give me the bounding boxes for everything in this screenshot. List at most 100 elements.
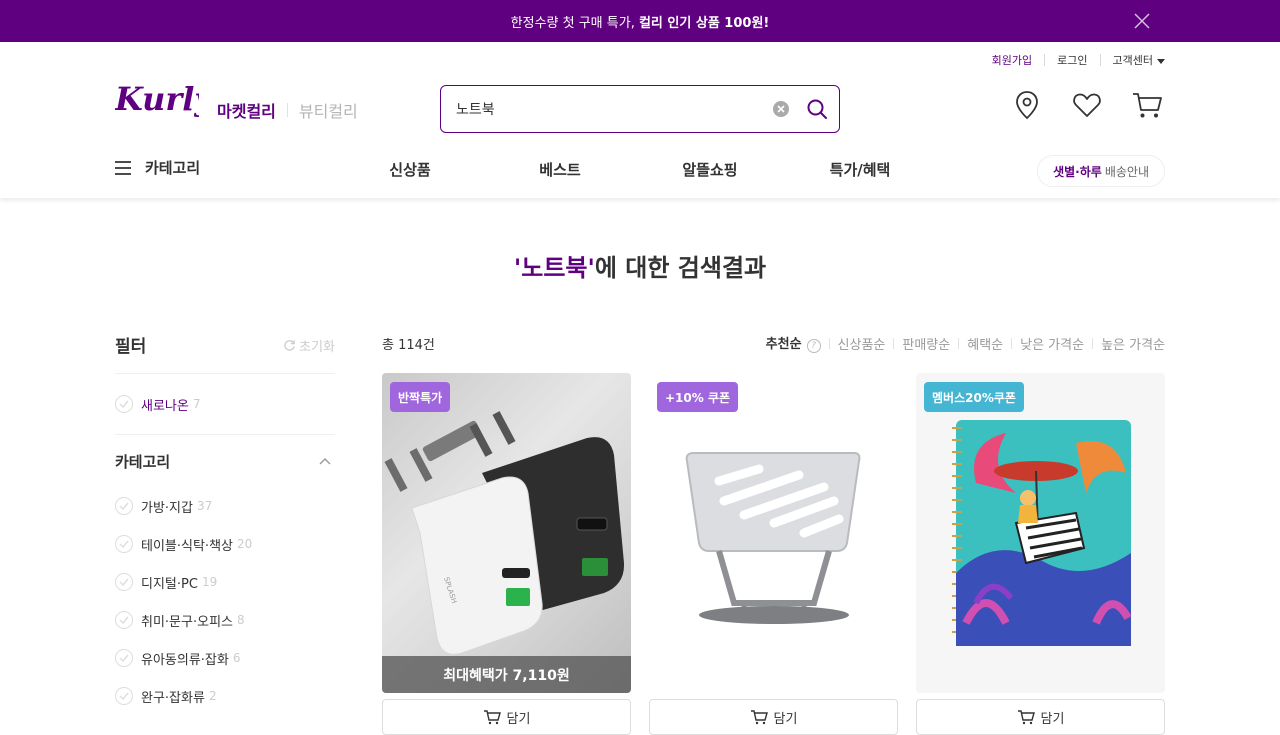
nav-best[interactable]: 베스트: [485, 159, 635, 180]
list-header: 총 114건 추천순? 신상품순 판매량순 혜택순 낮은 가격순 높은 가격순: [382, 333, 1165, 353]
top-links-bar: 회원가입 로그인 고객센터: [0, 42, 1280, 76]
result-suffix: 에 대한 검색결과: [594, 254, 767, 282]
filter-count: 7: [192, 397, 201, 411]
close-icon[interactable]: [1132, 11, 1152, 31]
svg-text:Kurly: Kurly: [115, 80, 199, 118]
product-grid: SPLASH 반짝특가 최대혜택가 7,110원 담기 +10% 쿠폰 담기 멤…: [382, 373, 1165, 735]
product-image[interactable]: +10% 쿠폰: [649, 373, 898, 693]
filter-label: 새로나온: [141, 398, 189, 414]
refresh-icon: [284, 340, 295, 351]
max-benefit-price: 최대혜택가 7,110원: [382, 656, 631, 693]
filter-category-item[interactable]: 완구·잡화류 2: [115, 677, 335, 715]
filter-category-item[interactable]: 유아동의류·잡화 6: [115, 639, 335, 677]
product-image[interactable]: 멤버스20%쿠폰: [916, 373, 1165, 693]
sort-high-price[interactable]: 높은 가격순: [1101, 334, 1165, 353]
product-tag: +10% 쿠폰: [657, 382, 739, 412]
category-filter-toggle[interactable]: 카테고리: [115, 435, 335, 487]
beauty-kurly-tab[interactable]: 뷰티컬리: [299, 98, 358, 122]
cart-label: 담기: [773, 711, 798, 727]
customer-center-link[interactable]: 고객센터: [1113, 52, 1165, 68]
filter-sidebar: 필터 초기화 새로나온 7 카테고리 가방·지갑 37 테이블·식탁·책상 20…: [115, 330, 335, 715]
product-card: 멤버스20%쿠폰 담기: [916, 373, 1165, 735]
market-kurly-tab[interactable]: 마켓컬리: [217, 98, 276, 122]
search-input[interactable]: [456, 101, 771, 117]
add-to-cart-button[interactable]: 담기: [649, 699, 898, 735]
promo-banner[interactable]: 한정수량 첫 구매 특가, 컬리 인기 상품 100원!: [0, 0, 1280, 42]
heart-icon[interactable]: [1069, 87, 1105, 123]
cart-icon[interactable]: [1129, 87, 1165, 123]
notebook-illustration: [952, 420, 1132, 646]
sort-newest[interactable]: 신상품순: [838, 334, 886, 353]
result-keyword: '노트북': [513, 254, 595, 282]
category-label: 카테고리: [145, 159, 201, 177]
product-tag: 멤버스20%쿠폰: [924, 382, 1024, 412]
cart-icon: [1017, 710, 1035, 725]
filter-label: 취미·문구·오피스: [141, 614, 233, 630]
check-icon: [115, 649, 133, 667]
divider: [286, 103, 288, 117]
charger-illustration: SPLASH: [384, 411, 625, 655]
help-icon[interactable]: ?: [806, 339, 821, 353]
nav-new-products[interactable]: 신상품: [335, 159, 485, 180]
hamburger-icon: [115, 160, 131, 175]
total-count: 총 114건: [382, 337, 435, 353]
global-nav: 카테고리 신상품 베스트 알뜰쇼핑 특가/혜택 샛별·하루 배송안내: [0, 142, 1280, 198]
search-box: [440, 85, 840, 133]
check-icon: [115, 611, 133, 629]
divider: [1092, 337, 1094, 349]
check-icon: [115, 497, 133, 515]
chevron-up-icon: [319, 458, 331, 465]
sort-options: 추천순? 신상품순 판매량순 혜택순 낮은 가격순 높은 가격순: [766, 333, 1165, 353]
search-result-title: '노트북'에 대한 검색결과: [0, 248, 1280, 283]
cart-label: 담기: [506, 711, 531, 727]
add-to-cart-button[interactable]: 담기: [916, 699, 1165, 735]
filter-label: 디지털·PC: [141, 576, 198, 592]
delivery-info-button[interactable]: 샛별·하루 배송안내: [1037, 155, 1165, 187]
product-image[interactable]: SPLASH 반짝특가 최대혜택가 7,110원: [382, 373, 631, 693]
divider: [893, 337, 895, 349]
login-link[interactable]: 로그인: [1057, 52, 1087, 68]
cart-label: 담기: [1040, 711, 1065, 727]
nav-bargain[interactable]: 알뜰쇼핑: [635, 159, 785, 180]
kurly-logo[interactable]: Kurly: [115, 80, 199, 126]
caret-down-icon: [1157, 58, 1165, 64]
location-icon[interactable]: [1009, 87, 1045, 123]
check-icon: [115, 573, 133, 591]
sort-benefit[interactable]: 혜택순: [967, 334, 1003, 353]
header: Kurly 마켓컬리 뷰티컬리: [0, 76, 1280, 142]
sort-bestselling[interactable]: 판매량순: [902, 334, 950, 353]
filter-category-item[interactable]: 테이블·식탁·책상 20: [115, 525, 335, 563]
filter-label: 가방·지갑: [141, 500, 193, 516]
filter-label: 유아동의류·잡화: [141, 652, 229, 668]
divider: [828, 337, 830, 349]
banner-text: 한정수량 첫 구매 특가, 컬리 인기 상품 100원!: [510, 15, 770, 31]
divider: [1011, 337, 1013, 349]
divider: [958, 337, 960, 349]
sort-low-price[interactable]: 낮은 가격순: [1020, 334, 1084, 353]
filter-count: 20: [237, 537, 253, 551]
cart-icon: [750, 710, 768, 725]
product-tag: 반짝특가: [390, 382, 451, 412]
search-icon[interactable]: [805, 97, 829, 121]
divider: [1044, 54, 1046, 66]
clear-icon[interactable]: [771, 99, 791, 119]
category-filter-title: 카테고리: [115, 452, 171, 471]
nav-special-deals[interactable]: 특가/혜택: [785, 159, 935, 180]
filter-count: 8: [237, 613, 245, 627]
filter-title: 필터: [115, 337, 147, 357]
sort-recommended[interactable]: 추천순?: [766, 333, 821, 353]
check-icon: [115, 687, 133, 705]
filter-count: 6: [232, 651, 241, 665]
filter-category-item[interactable]: 취미·문구·오피스 8: [115, 601, 335, 639]
category-menu[interactable]: 카테고리: [115, 157, 200, 178]
filter-new-arrivals[interactable]: 새로나온 7: [115, 385, 335, 423]
filter-reset-button[interactable]: 초기화: [283, 336, 335, 355]
product-card: +10% 쿠폰 담기: [649, 373, 898, 735]
filter-count: 2: [208, 689, 217, 703]
signup-link[interactable]: 회원가입: [992, 52, 1032, 68]
product-card: SPLASH 반짝특가 최대혜택가 7,110원 담기: [382, 373, 631, 735]
filter-category-item[interactable]: 디지털·PC 19: [115, 563, 335, 601]
divider: [1099, 54, 1101, 66]
filter-category-item[interactable]: 가방·지갑 37: [115, 487, 335, 525]
add-to-cart-button[interactable]: 담기: [382, 699, 631, 735]
